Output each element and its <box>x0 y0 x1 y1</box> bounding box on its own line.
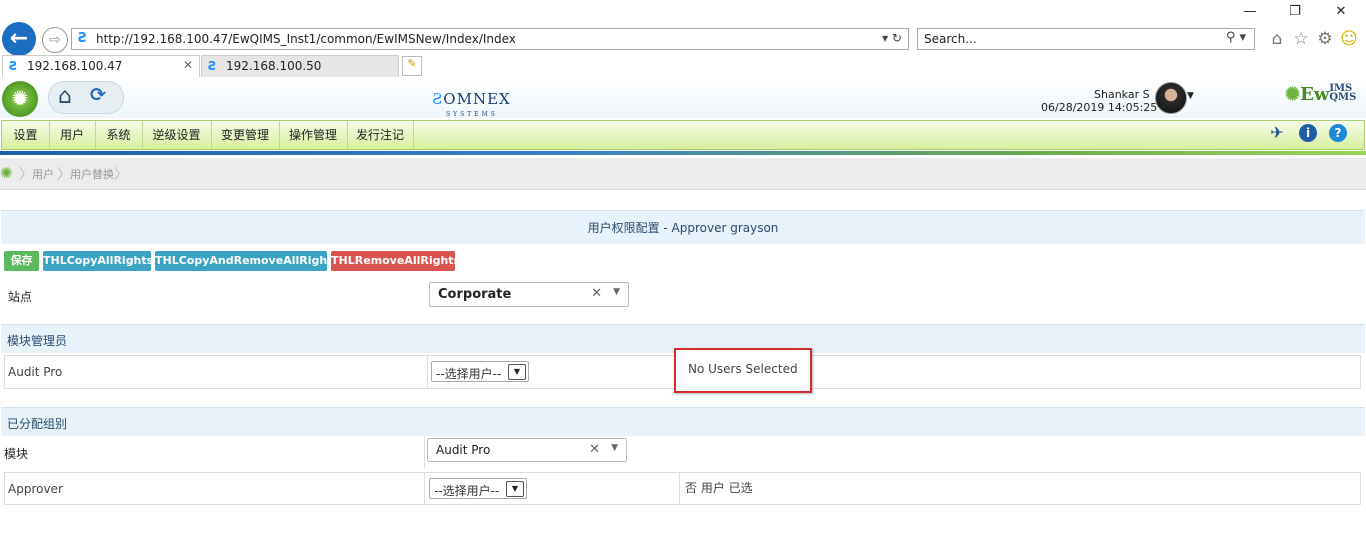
copy-all-rights-button[interactable]: THLCopyAllRights <box>43 251 153 271</box>
user-menu-caret-icon[interactable]: ▼ <box>1187 91 1194 101</box>
save-button[interactable]: 保存 <box>4 251 39 271</box>
copy-and-remove-all-rights-button[interactable]: THLCopyAndRemoveAllRights <box>155 251 339 271</box>
assigned-groups-title: 已分配组别 <box>7 417 68 431</box>
clear-icon[interactable]: ✕ <box>589 442 600 457</box>
chevron-down-icon[interactable]: ▼ <box>613 287 620 297</box>
header-divider <box>0 151 1366 155</box>
remove-all-rights-button[interactable]: THLRemoveAllRights <box>331 251 460 271</box>
minimize-button[interactable]: — <box>1238 4 1262 19</box>
smiley-feedback-icon[interactable]: ☺ <box>1338 29 1360 49</box>
module-label: 模块 <box>4 447 29 461</box>
module-select-value: Audit Pro <box>436 443 491 457</box>
tab-label: 192.168.100.47 <box>27 59 123 73</box>
row-divider <box>424 473 425 504</box>
user-name: Shankar S <box>1094 88 1150 101</box>
breadcrumb-item-users[interactable]: 用户 <box>32 166 54 182</box>
module-admin-user-select[interactable]: --选择用户-- ▼ <box>431 361 529 382</box>
clear-icon[interactable]: ✕ <box>591 286 602 301</box>
restore-button[interactable]: ❐ <box>1283 4 1307 19</box>
settings-gear-icon[interactable]: ⚙ <box>1314 29 1336 49</box>
tab-192-168-100-47[interactable]: Ƨ 192.168.100.47 ✕ <box>2 55 200 77</box>
back-button[interactable]: ← <box>2 22 36 56</box>
user-select-value: --选择用户-- <box>436 367 502 381</box>
help-icon[interactable]: ? <box>1329 124 1347 142</box>
breadcrumb-separator-icon: 〉 <box>19 167 33 183</box>
refresh-icon[interactable]: ⟳ <box>90 84 106 106</box>
site-favicon-icon: Ƨ <box>78 31 88 46</box>
chevron-down-icon: ▼ <box>508 364 526 380</box>
tab-close-icon[interactable]: ✕ <box>183 58 193 72</box>
page-title: 用户权限配置 - Approver grayson <box>587 221 779 235</box>
approver-row-label: Approver <box>8 482 63 496</box>
forward-button[interactable]: ⇨ <box>42 27 68 53</box>
tab-192-168-100-50[interactable]: Ƨ 192.168.100.50 <box>201 55 399 77</box>
ewims-brand-logo: ✺EwIMS QMS <box>1285 83 1357 106</box>
row-divider <box>424 436 425 468</box>
menu-item-escalation-settings[interactable]: 逆级设置 <box>142 121 212 149</box>
module-select[interactable]: Audit Pro ✕ ▼ <box>427 438 627 462</box>
tab-label: 192.168.100.50 <box>226 59 322 73</box>
breadcrumb-separator-icon: 〉 <box>114 167 128 183</box>
home-browser-icon[interactable]: ⌂ <box>1266 29 1288 49</box>
module-admin-title: 模块管理员 <box>7 334 68 348</box>
breadcrumb <box>0 158 1366 190</box>
user-select-value: --选择用户-- <box>434 484 500 498</box>
main-menubar: 设置 用户 系统 逆级设置 变更管理 操作管理 发行注记 <box>1 120 1365 150</box>
breadcrumb-item-user-replace: 用户替换 <box>70 168 114 181</box>
close-window-button[interactable]: ✕ <box>1329 4 1353 19</box>
app-logo-icon[interactable]: ✺ <box>2 81 38 117</box>
approver-status-text: 否 用户 已选 <box>685 481 753 495</box>
url-text: http://192.168.100.47/EwQIMS_Inst1/commo… <box>96 32 516 46</box>
search-input[interactable]: Search... ⚲ ▾ <box>917 28 1255 50</box>
approver-user-select[interactable]: --选择用户-- ▼ <box>429 478 527 499</box>
favorites-star-icon[interactable]: ☆ <box>1290 29 1312 49</box>
new-tab-icon[interactable]: ✎ <box>402 56 422 76</box>
pin-icon[interactable]: ✈ <box>1268 124 1286 142</box>
assigned-groups-header <box>1 407 1365 436</box>
avatar[interactable] <box>1155 82 1187 114</box>
row-divider <box>679 473 680 504</box>
current-datetime: 06/28/2019 14:05:25 <box>1041 101 1158 114</box>
no-users-selected-text: No Users Selected <box>688 362 798 376</box>
menu-item-users[interactable]: 用户 <box>49 121 96 149</box>
row-divider <box>427 356 428 388</box>
refresh-dropdown-icon[interactable]: ▾ ↻ <box>882 31 902 45</box>
no-users-selected-box: No Users Selected <box>674 348 812 393</box>
breadcrumb-home-icon[interactable]: ✺ <box>0 164 13 182</box>
site-select-value: Corporate <box>438 287 512 302</box>
module-admin-row-label: Audit Pro <box>8 365 63 379</box>
menu-item-release-notes[interactable]: 发行注记 <box>347 121 414 149</box>
search-placeholder: Search... <box>924 32 977 46</box>
breadcrumb-separator-icon: 〉 <box>57 167 71 183</box>
address-bar[interactable]: Ƨ http://192.168.100.47/EwQIMS_Inst1/com… <box>71 28 909 50</box>
chevron-down-icon[interactable]: ▼ <box>611 443 618 453</box>
info-icon[interactable]: i <box>1299 124 1317 142</box>
menu-item-operations-management[interactable]: 操作管理 <box>279 121 348 149</box>
site-label: 站点 <box>8 290 33 304</box>
site-select[interactable]: Corporate ✕ ▼ <box>429 282 629 307</box>
tab-favicon-icon: Ƨ <box>208 59 217 73</box>
menu-item-system[interactable]: 系统 <box>95 121 143 149</box>
menu-item-settings[interactable]: 设置 <box>2 121 50 149</box>
approver-row <box>4 472 1361 505</box>
chevron-down-icon: ▼ <box>506 481 524 497</box>
home-icon[interactable]: ⌂ <box>58 84 72 109</box>
search-icon[interactable]: ⚲ ▾ <box>1226 30 1246 45</box>
menu-item-change-management[interactable]: 变更管理 <box>211 121 280 149</box>
tab-favicon-icon: Ƨ <box>9 59 18 73</box>
